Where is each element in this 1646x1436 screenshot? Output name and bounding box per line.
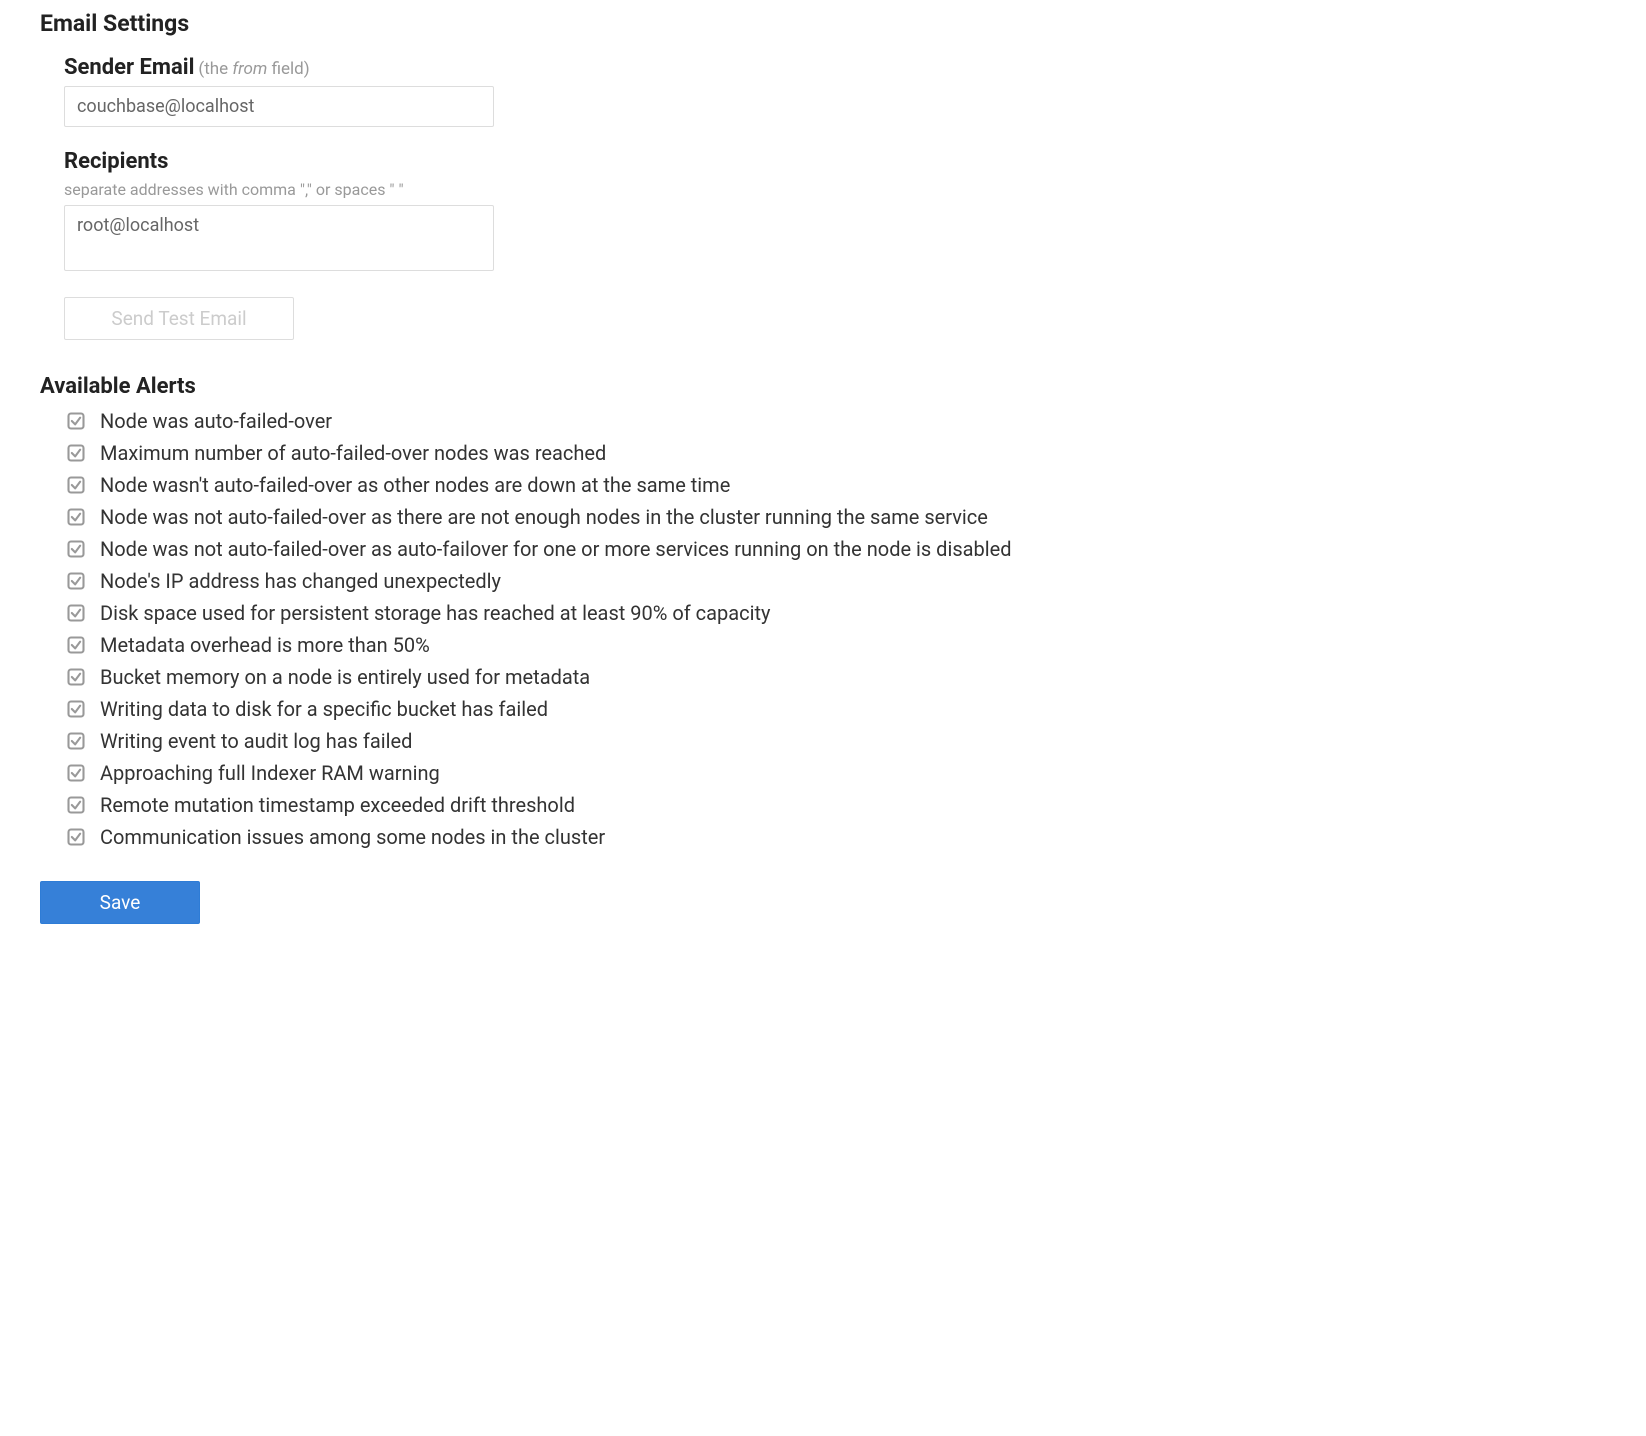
checkbox-icon[interactable] (66, 443, 86, 463)
checkbox-icon[interactable] (66, 635, 86, 655)
alert-item: Node wasn't auto-failed-over as other no… (66, 469, 1606, 501)
alert-label: Node was not auto-failed-over as there a… (100, 505, 988, 529)
alert-item: Writing event to audit log has failed (66, 725, 1606, 757)
alert-label: Node wasn't auto-failed-over as other no… (100, 473, 730, 497)
alert-label: Remote mutation timestamp exceeded drift… (100, 793, 575, 817)
alert-label: Communication issues among some nodes in… (100, 825, 605, 849)
alert-item: Node was auto-failed-over (66, 405, 1606, 437)
recipients-label: Recipients (64, 149, 168, 174)
sender-email-group: Sender Email (the from field) (64, 55, 1606, 127)
alert-label: Node was not auto-failed-over as auto-fa… (100, 537, 1012, 561)
alert-item: Remote mutation timestamp exceeded drift… (66, 789, 1606, 821)
available-alerts-title: Available Alerts (40, 374, 1606, 399)
sender-email-input[interactable] (64, 86, 494, 127)
email-settings-section: Email Settings Sender Email (the from fi… (40, 10, 1606, 340)
alert-label: Node was auto-failed-over (100, 409, 332, 433)
save-button[interactable]: Save (40, 881, 200, 924)
checkbox-icon[interactable] (66, 507, 86, 527)
alert-label: Writing event to audit log has failed (100, 729, 412, 753)
sender-email-label: Sender Email (64, 55, 194, 80)
checkbox-icon[interactable] (66, 699, 86, 719)
available-alerts-section: Available Alerts Node was auto-failed-ov… (40, 374, 1606, 853)
alert-item: Writing data to disk for a specific buck… (66, 693, 1606, 725)
checkbox-icon[interactable] (66, 763, 86, 783)
alert-item: Communication issues among some nodes in… (66, 821, 1606, 853)
checkbox-icon[interactable] (66, 603, 86, 623)
checkbox-icon[interactable] (66, 571, 86, 591)
alert-item: Disk space used for persistent storage h… (66, 597, 1606, 629)
alert-item: Bucket memory on a node is entirely used… (66, 661, 1606, 693)
alert-label: Disk space used for persistent storage h… (100, 601, 770, 625)
recipients-group: Recipients separate addresses with comma… (64, 149, 1606, 275)
alert-label: Writing data to disk for a specific buck… (100, 697, 548, 721)
email-settings-title: Email Settings (40, 10, 1606, 37)
alert-item: Node was not auto-failed-over as auto-fa… (66, 533, 1606, 565)
checkbox-icon[interactable] (66, 827, 86, 847)
alert-label: Approaching full Indexer RAM warning (100, 761, 440, 785)
checkbox-icon[interactable] (66, 411, 86, 431)
alert-label: Bucket memory on a node is entirely used… (100, 665, 590, 689)
checkbox-icon[interactable] (66, 667, 86, 687)
alert-list: Node was auto-failed-over Maximum number … (66, 405, 1606, 853)
recipients-input[interactable]: root@localhost (64, 205, 494, 271)
sender-email-hint: (the from field) (198, 59, 309, 79)
alert-label: Maximum number of auto-failed-over nodes… (100, 441, 606, 465)
alert-item: Node's IP address has changed unexpected… (66, 565, 1606, 597)
alert-label: Metadata overhead is more than 50% (100, 633, 430, 657)
alert-item: Metadata overhead is more than 50% (66, 629, 1606, 661)
alert-item: Maximum number of auto-failed-over nodes… (66, 437, 1606, 469)
checkbox-icon[interactable] (66, 539, 86, 559)
alert-label: Node's IP address has changed unexpected… (100, 569, 501, 593)
recipients-hint: separate addresses with comma "," or spa… (64, 180, 1606, 199)
alert-item: Node was not auto-failed-over as there a… (66, 501, 1606, 533)
alert-item: Approaching full Indexer RAM warning (66, 757, 1606, 789)
checkbox-icon[interactable] (66, 475, 86, 495)
checkbox-icon[interactable] (66, 731, 86, 751)
checkbox-icon[interactable] (66, 795, 86, 815)
send-test-email-button[interactable]: Send Test Email (64, 297, 294, 340)
